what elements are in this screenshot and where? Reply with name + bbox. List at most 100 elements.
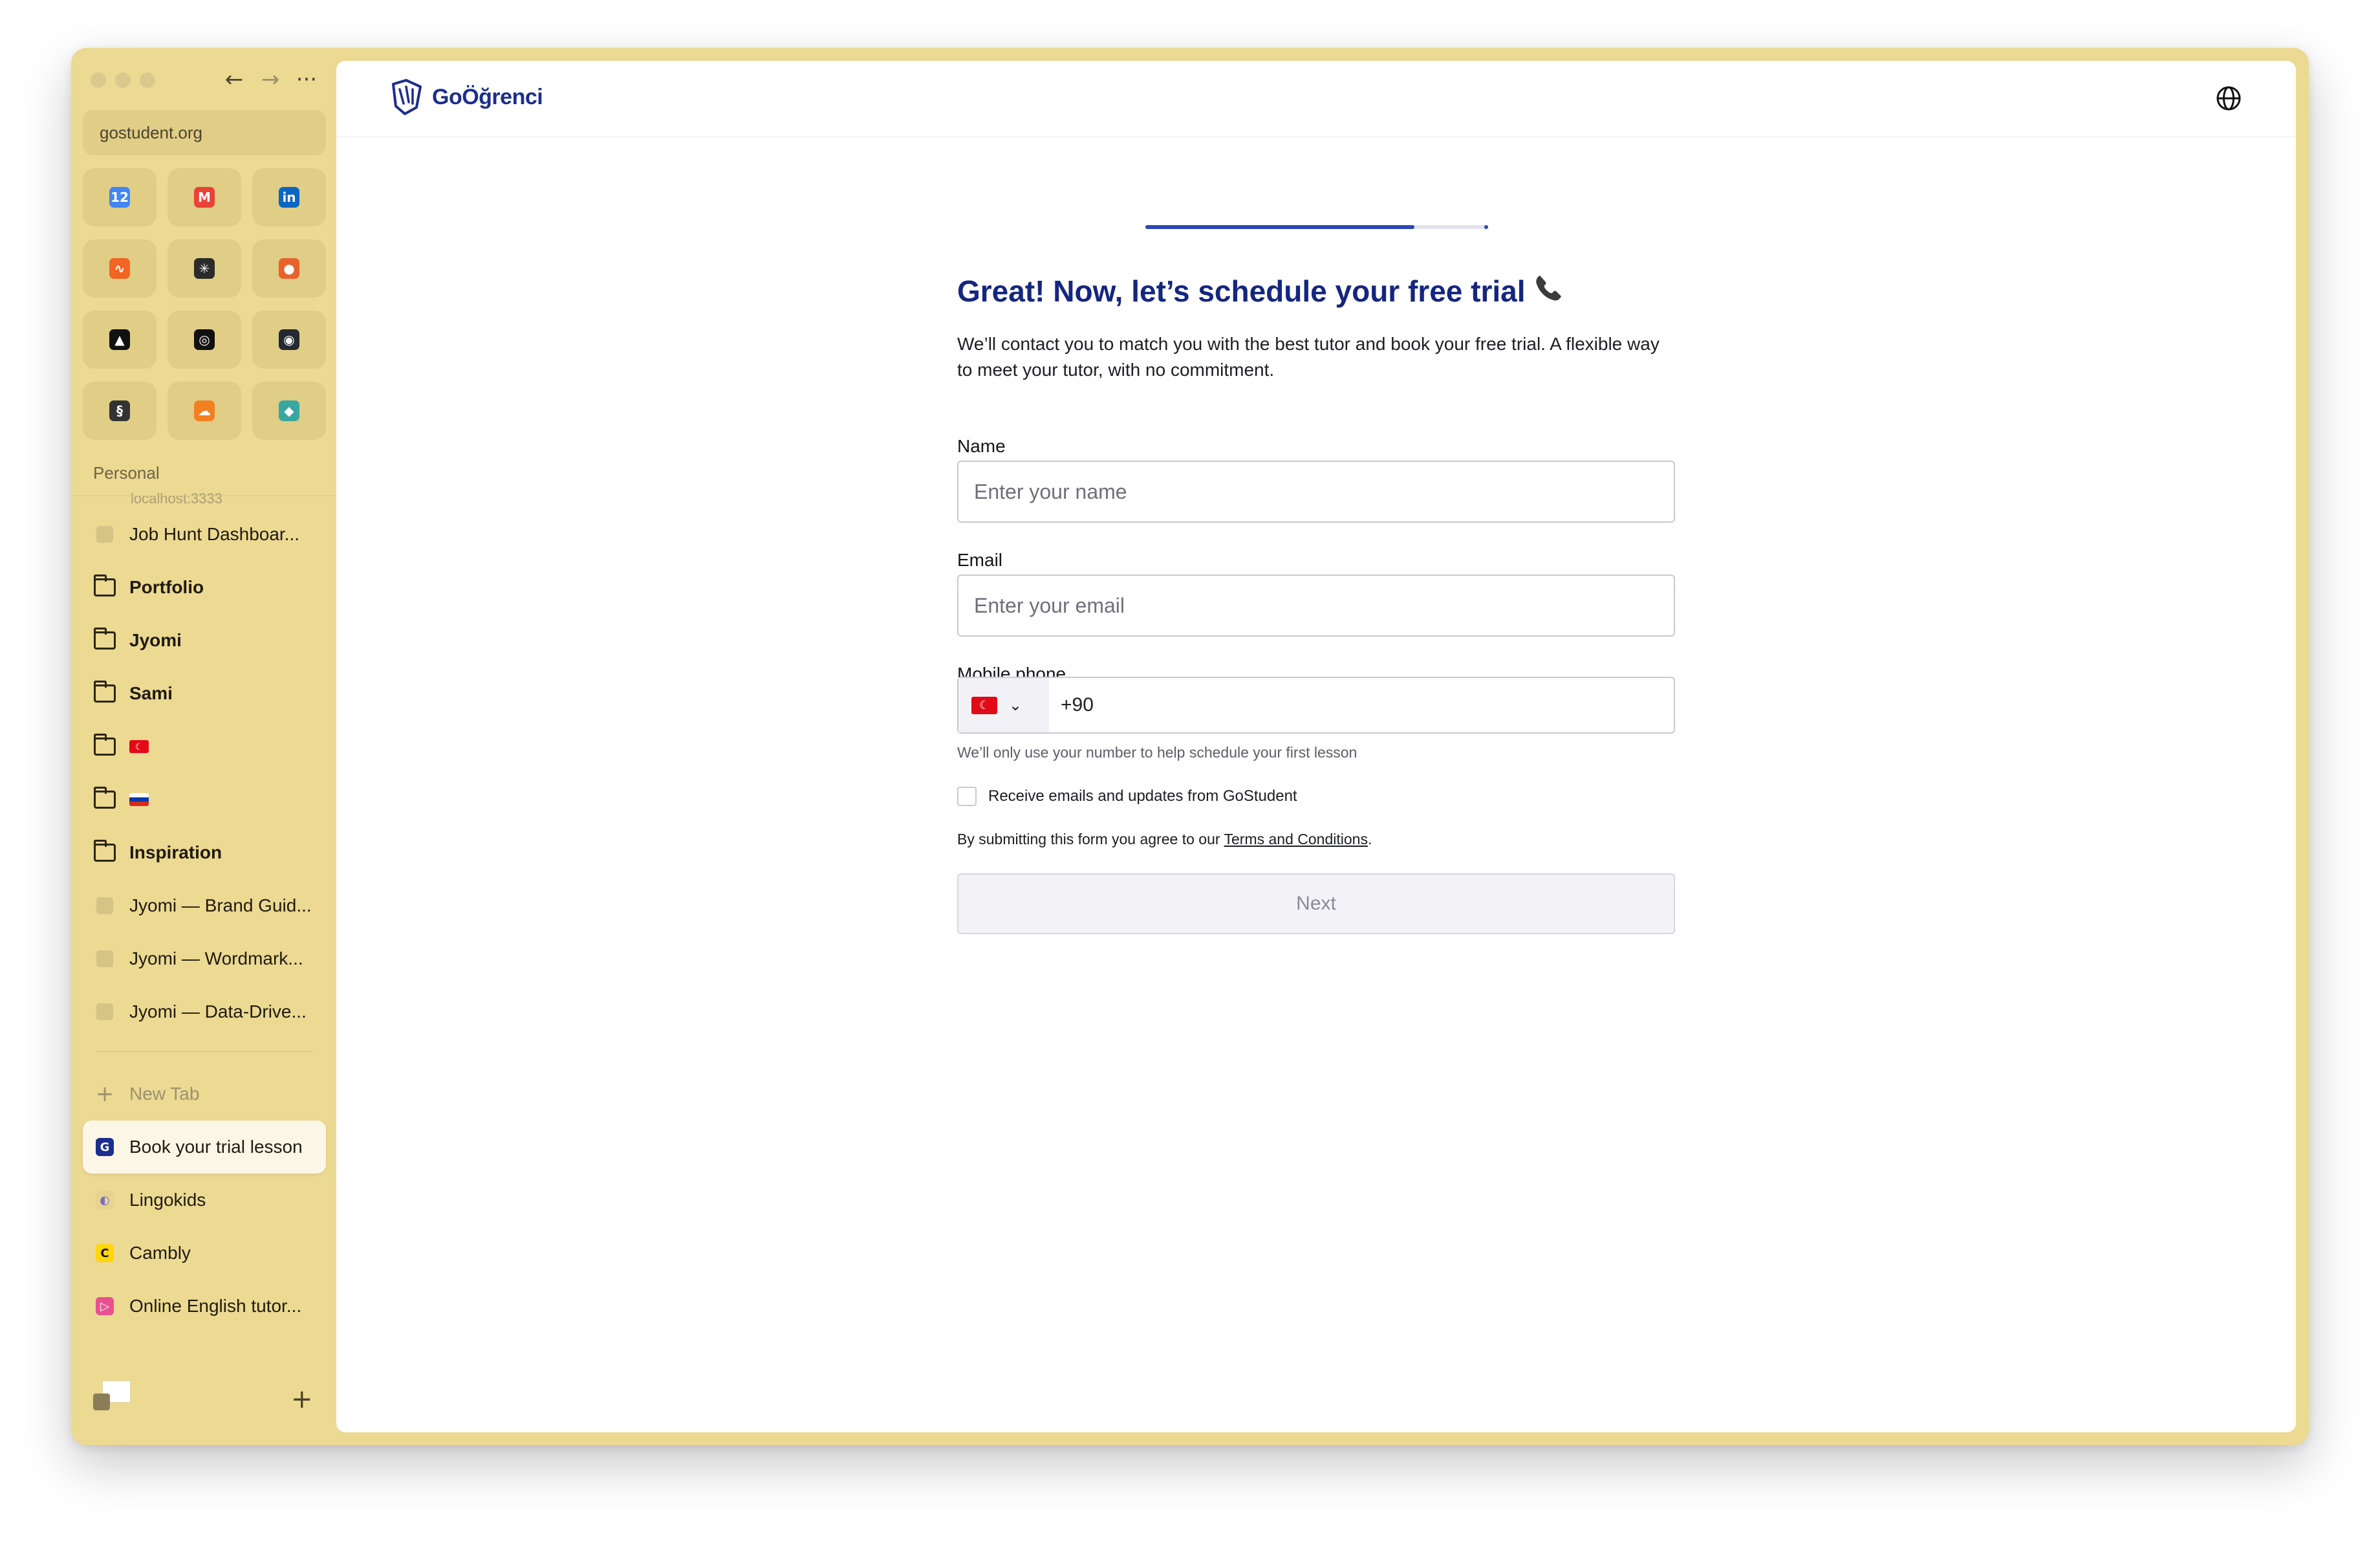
diamond-app-icon: ◆ [279,400,299,421]
github-icon: ◉ [279,329,299,350]
orange-app-icon: ● [279,258,299,279]
favicon-icon: ◐ [96,1191,114,1209]
sidebar-item-label: Inspiration [129,842,222,862]
favorite-tile[interactable]: ∿ [83,239,157,298]
language-globe-icon[interactable] [2214,84,2243,113]
asterisk-app-icon: ✳ [194,258,215,279]
favorite-tile[interactable]: ✳ [168,239,241,298]
russia-flag-icon [129,793,149,806]
plus-icon: + [95,1081,114,1107]
tab-favicon: C [93,1241,116,1265]
favorite-tile[interactable]: ◎ [168,311,241,369]
new-tab-label: New Tab [129,1084,200,1104]
section-label-personal: Personal [93,463,160,483]
calendar-icon: 12 [109,187,130,208]
sidebar-item[interactable]: Jyomi — Data-Drive... [83,985,326,1038]
folder-icon [93,628,116,652]
terms-notice: By submitting this form you agree to our… [957,831,1372,848]
sidebar-item[interactable]: Job Hunt Dashboar... [83,508,326,561]
sidebar-folder[interactable] [83,773,326,826]
favorite-tile[interactable]: M [168,168,241,226]
tab-favicon: ◐ [93,1188,116,1212]
favorite-tile[interactable]: ▲ [83,311,157,369]
country-code-select[interactable]: ☾ ⌄ [958,678,1049,732]
tab-item[interactable]: G Book your trial lesson [83,1120,326,1174]
favorite-tile[interactable]: ☁ [168,382,241,440]
sidebar-item-label: Jyomi [129,630,182,650]
favorite-tile[interactable]: 12 [83,168,157,226]
terms-link[interactable]: Terms and Conditions [1224,831,1368,847]
favicon-icon: C [96,1244,114,1262]
page-title: Great! Now, let’s schedule your free tri… [957,272,1564,309]
squarespace-icon: § [109,400,130,421]
tab-item[interactable]: ◐ Lingokids [83,1174,326,1227]
sidebar-folder[interactable]: ☾ [83,720,326,773]
back-arrow-icon[interactable]: ← [221,65,247,94]
page-icon [93,947,116,970]
name-label: Name [957,436,1006,456]
tab-label: Cambly [129,1243,191,1263]
turkey-flag-icon: ☾ [971,696,997,714]
page-icon [93,894,116,917]
forward-arrow-icon[interactable]: → [257,65,283,94]
zoom-window-button[interactable] [140,72,155,88]
sidebar-folder[interactable]: Sami [83,667,326,720]
email-input[interactable] [957,574,1675,637]
page-icon [93,523,116,546]
tabs-divider [96,1051,313,1052]
turkey-flag-icon: ☾ [129,740,149,753]
tab-item[interactable]: C Cambly [83,1227,326,1280]
minimize-window-button[interactable] [115,72,131,88]
sidebar-folder[interactable]: Jyomi [83,614,326,667]
browser-window: ← → ··· gostudent.org 12 Min ∿ ✳ ● ▲ ◎ ◉ § ☁ ◆ Per… [71,48,2309,1445]
tab-favicon: G [93,1135,116,1159]
favorite-tile[interactable]: ● [252,239,326,298]
tab-item[interactable]: ▷ Online English tutor... [83,1280,326,1333]
favorites-grid: 12 Min ∿ ✳ ● ▲ ◎ ◉ § ☁ ◆ [83,168,329,440]
add-space-icon[interactable]: + [291,1384,313,1414]
terms-suffix: . [1367,831,1372,847]
linkedin-icon: in [279,187,299,208]
folder-icon [93,787,116,811]
folder-icon [93,734,116,758]
downloads-icon[interactable] [93,1381,132,1413]
progress-fill [1145,225,1415,229]
marketing-consent-checkbox[interactable] [957,787,977,806]
marketing-consent-label: Receive emails and updates from GoStuden… [988,787,1297,805]
address-bar[interactable]: gostudent.org [83,110,326,155]
sidebar-item-label: Jyomi — Wordmark... [129,948,303,968]
favorite-tile[interactable]: in [252,168,326,226]
sidebar-item[interactable]: Jyomi — Brand Guid... [83,879,326,932]
favorite-tile[interactable]: § [83,382,157,440]
marketing-consent-row[interactable]: Receive emails and updates from GoStuden… [957,787,1297,806]
phone-number-input[interactable]: +90 [1049,678,1094,732]
sidebar-folder[interactable]: Inspiration [83,826,326,879]
scrolled-item-partial: localhost:3333 [131,490,222,507]
navigation-buttons: ← → ··· [221,65,319,94]
gmail-icon: M [194,187,215,208]
vercel-icon: ▲ [109,329,130,350]
name-input[interactable] [957,461,1675,523]
more-options-icon[interactable]: ··· [294,65,319,94]
telephone-icon [1535,276,1561,301]
tab-favicon: ▷ [93,1295,116,1318]
chatgpt-icon: ◎ [194,329,215,350]
favorite-tile[interactable]: ◉ [252,311,326,369]
email-label: Email [957,550,1003,570]
close-window-button[interactable] [91,72,106,88]
sidebar-folder[interactable]: Portfolio [83,561,326,614]
favorite-tile[interactable]: ◆ [252,382,326,440]
tab-label: Book your trial lesson [129,1137,303,1157]
cloudflare-icon: ☁ [194,400,215,421]
web-content: GoÖğrenci Great! Now, let’s schedule you… [336,61,2296,1432]
progress-end-dot [1484,225,1488,229]
page-title-text: Great! Now, let’s schedule your free tri… [957,274,1526,308]
site-logo[interactable]: GoÖğrenci [388,78,543,116]
analytics-icon: ∿ [109,258,130,279]
window-controls [91,72,155,88]
sidebar-item[interactable]: Jyomi — Wordmark... [83,932,326,985]
sidebar-item-label: Jyomi — Brand Guid... [129,895,312,915]
new-tab-button[interactable]: + New Tab [83,1067,326,1120]
next-button[interactable]: Next [957,873,1675,934]
sidebar-item-label: Portfolio [129,577,204,597]
